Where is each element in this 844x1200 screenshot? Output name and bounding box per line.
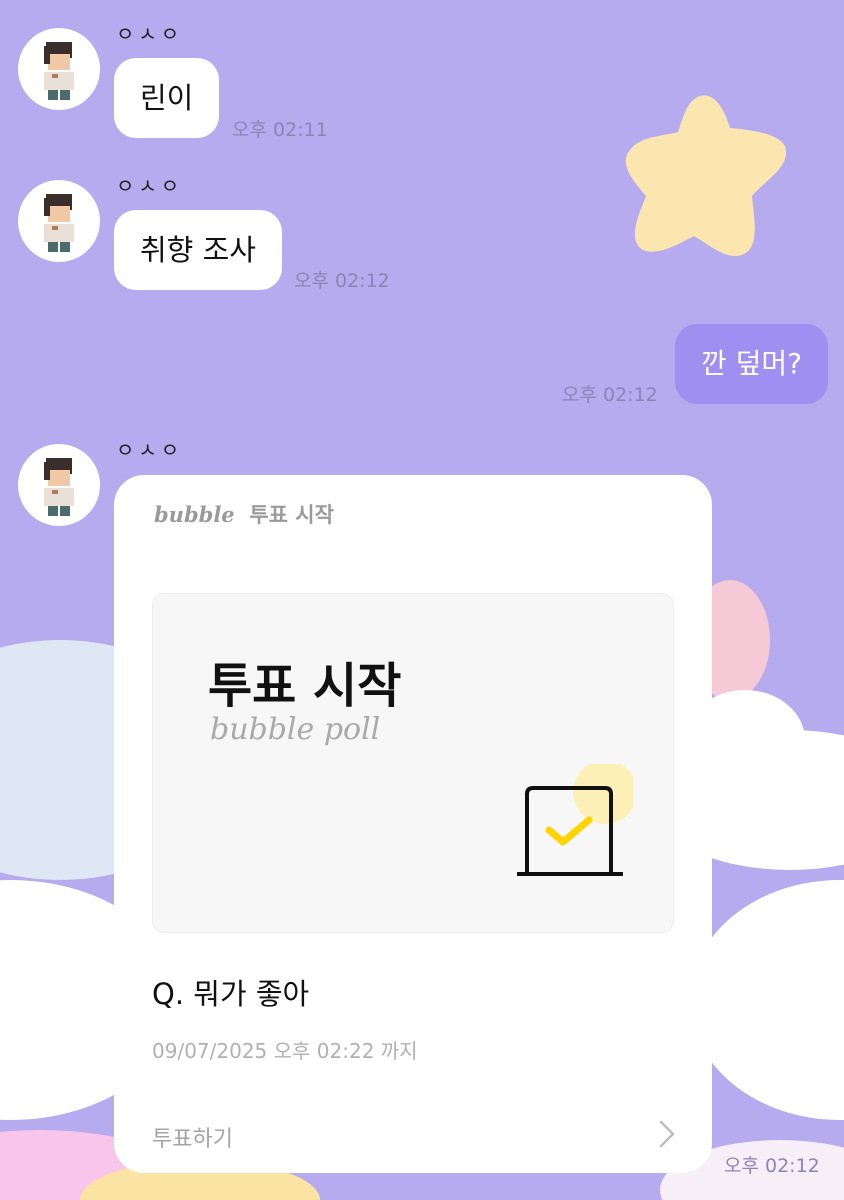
sender-name: ㅇㅅㅇ [116, 438, 184, 462]
message-time: 오후 02:12 [724, 1155, 820, 1177]
brand-logo: bubble [154, 502, 235, 527]
message-time: 오후 02:11 [232, 119, 328, 141]
message-time: 오후 02:12 [562, 384, 658, 406]
poll-header-title: 투표 시작 [249, 503, 334, 527]
poll-header: bubble 투표 시작 [154, 499, 334, 529]
incoming-message-bubble[interactable]: 취향 조사 [114, 210, 282, 290]
vote-button-label: 투표하기 [152, 1127, 233, 1152]
avatar[interactable] [18, 28, 100, 110]
pixel-character-icon [44, 194, 74, 252]
pixel-character-icon [44, 458, 74, 516]
sender-name: ㅇㅅㅇ [116, 174, 184, 198]
poll-banner-title: 투표 시작 [208, 658, 402, 714]
ballot-box-check-icon [517, 764, 633, 876]
vote-button[interactable]: 투표하기 [114, 1097, 712, 1173]
poll-banner: 투표 시작 bubble poll [152, 593, 674, 933]
outgoing-message-bubble[interactable]: 깐 덮머? [674, 324, 828, 404]
incoming-message-bubble[interactable]: 린이 [114, 58, 220, 138]
avatar[interactable] [18, 180, 100, 262]
poll-question: Q. 뭐가 좋아 [152, 977, 310, 1011]
pixel-character-icon [44, 42, 74, 100]
avatar[interactable] [18, 444, 100, 526]
poll-banner-subtitle: bubble poll [210, 712, 381, 747]
poll-card[interactable]: bubble 투표 시작 투표 시작 bubble poll Q. 뭐가 좋아 … [114, 475, 712, 1173]
chevron-right-icon [659, 1120, 675, 1148]
poll-deadline: 09/07/2025 오후 02:22 까지 [152, 1039, 418, 1063]
message-time: 오후 02:12 [294, 270, 390, 292]
sender-name: ㅇㅅㅇ [116, 22, 184, 46]
